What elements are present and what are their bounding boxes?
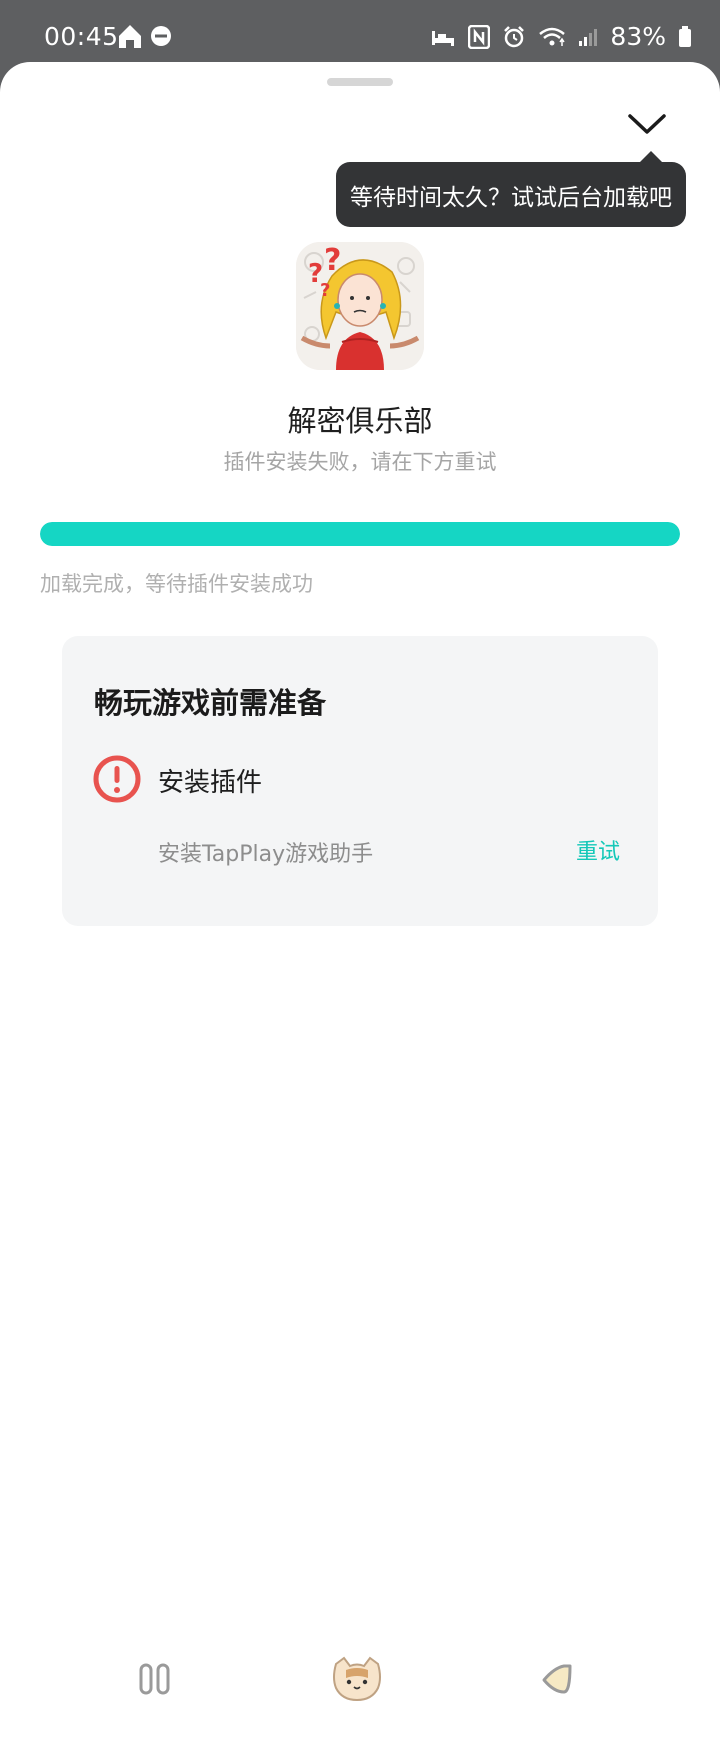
loading-progress-bar — [40, 522, 680, 546]
prep-card: 畅玩游戏前需准备 安装插件 安装TapPlay游戏助手 重试 — [62, 636, 658, 926]
status-time: 00:45 — [44, 22, 119, 51]
app-icon: ? ? ? — [296, 242, 424, 370]
app-icon-illustration: ? ? ? — [296, 242, 424, 370]
svg-text:?: ? — [320, 280, 330, 301]
back-icon[interactable] — [540, 1662, 574, 1700]
home-cat-icon[interactable] — [330, 1654, 384, 1706]
progress-fill — [40, 522, 680, 546]
install-plugin-label: 安装插件 — [158, 768, 263, 798]
plugin-install-sheet: 等待时间太久？试试后台加载吧 ? ? ? 解密俱乐部 插件安装失败，请在下方重试… — [0, 62, 720, 1760]
nfc-icon — [468, 24, 491, 49]
error-circle-icon — [92, 754, 142, 804]
bottom-nav — [0, 1640, 720, 1760]
tooltip-text: 等待时间太久？试试后台加载吧 — [350, 184, 672, 211]
battery-percent: 83% — [610, 22, 666, 51]
svg-text:?: ? — [324, 243, 341, 278]
dnd-icon — [150, 25, 172, 47]
home-icon — [116, 22, 144, 50]
retry-button[interactable]: 重试 — [576, 834, 620, 866]
wifi-icon — [538, 26, 566, 48]
collapse-button[interactable] — [626, 108, 668, 140]
prep-card-title: 畅玩游戏前需准备 — [94, 686, 327, 720]
alarm-icon — [502, 25, 526, 49]
install-plugin-description: 安装TapPlay游戏助手 — [158, 842, 374, 867]
signal-icon — [578, 27, 598, 47]
battery-icon — [678, 25, 692, 48]
background-load-tooltip[interactable]: 等待时间太久？试试后台加载吧 — [336, 151, 686, 227]
progress-status-text: 加载完成，等待插件安装成功 — [40, 572, 313, 596]
sleep-mode-icon — [430, 26, 456, 48]
install-failed-message: 插件安装失败，请在下方重试 — [223, 450, 497, 474]
recents-icon[interactable] — [138, 1662, 172, 1700]
chevron-down-icon — [626, 114, 668, 144]
sheet-drag-handle[interactable] — [327, 78, 393, 86]
app-name: 解密俱乐部 — [287, 404, 433, 438]
